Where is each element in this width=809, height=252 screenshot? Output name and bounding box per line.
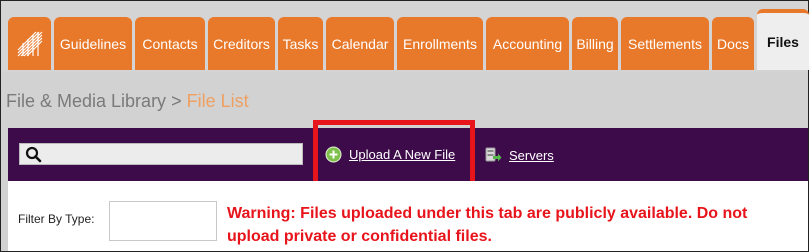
tab-docs[interactable]: Docs <box>712 17 754 70</box>
tab-billing[interactable]: Billing <box>572 17 618 70</box>
breadcrumb-current: File List <box>186 91 249 111</box>
public-files-warning: Warning: Files uploaded under this tab a… <box>227 205 748 245</box>
tab-settlements[interactable]: Settlements <box>621 17 709 70</box>
breadcrumb-parent[interactable]: File & Media Library <box>6 91 166 111</box>
logo-tab[interactable] <box>8 17 51 70</box>
tab-creditors[interactable]: Creditors <box>208 17 275 70</box>
tab-files[interactable]: Files <box>757 9 809 70</box>
servers-link-label[interactable]: Servers <box>509 148 554 163</box>
tab-tasks[interactable]: Tasks <box>278 17 323 70</box>
tab-contacts[interactable]: Contacts <box>135 17 205 70</box>
tab-accounting[interactable]: Accounting <box>486 17 569 70</box>
servers-link[interactable]: Servers <box>484 146 554 164</box>
breadcrumb-separator: > <box>166 91 187 111</box>
filter-by-type-label: Filter By Type: <box>18 212 95 226</box>
filter-by-type-input[interactable] <box>109 201 217 241</box>
tab-calendar[interactable]: Calendar <box>326 17 394 70</box>
striped-logo-icon <box>17 31 42 56</box>
breadcrumb: File & Media Library > File List <box>6 91 249 112</box>
servers-icon <box>485 147 502 162</box>
tab-enrollments[interactable]: Enrollments <box>397 17 483 70</box>
search-icon[interactable] <box>25 146 42 163</box>
search-input[interactable] <box>19 143 303 165</box>
tab-guidelines[interactable]: Guidelines <box>54 17 132 70</box>
